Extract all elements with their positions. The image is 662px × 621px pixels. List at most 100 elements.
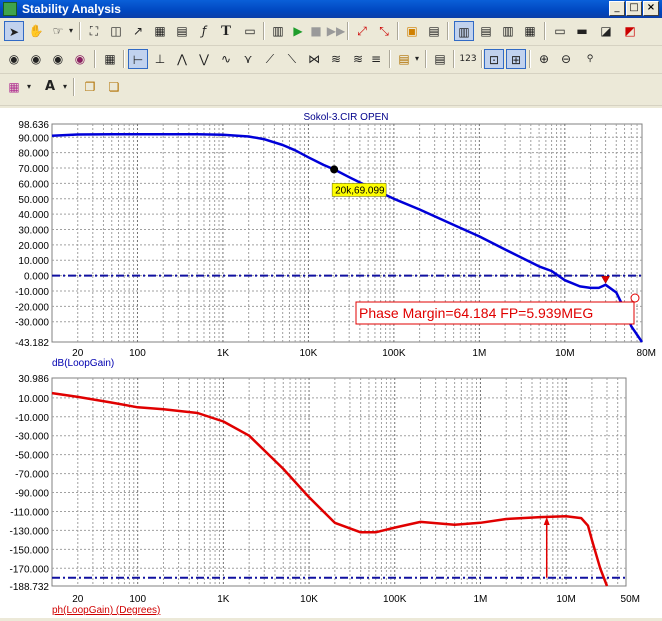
x-tick-label: 20 <box>72 594 84 605</box>
value-icon[interactable]: 123 <box>458 49 478 69</box>
chevron-down-icon-2[interactable]: ▾ <box>412 49 422 69</box>
layout3-icon[interactable]: ▥ <box>498 21 518 41</box>
grid-icon[interactable]: ▤ <box>424 21 444 41</box>
magnitude-panel: 98.636 90.000 80.000 70.000 60.000 50.000 40.0… <box>15 120 656 369</box>
layout7-icon[interactable]: ◪ <box>596 21 616 41</box>
inflection-icon[interactable]: ⋁ <box>194 49 214 69</box>
copy-icon[interactable]: ❐ <box>80 77 100 97</box>
plot-area: Sokol-3.CIR OPEN 98.636 90.000 80.000 70.00… <box>0 108 662 618</box>
cursor-label: 20k,69.099 <box>335 185 385 196</box>
min-icon[interactable]: ⊥ <box>150 49 170 69</box>
open-icon[interactable]: ▭ <box>240 21 260 41</box>
y-tick-label: 70.000 <box>18 164 49 175</box>
label-icon[interactable]: ↗ <box>128 21 148 41</box>
x-tick-label: 10K <box>300 594 318 605</box>
y-tick-label: -70.000 <box>15 470 49 481</box>
stop-icon[interactable]: ■ <box>306 21 326 41</box>
window-title: Stability Analysis <box>22 2 121 16</box>
fall-icon[interactable]: ⟍ <box>282 49 302 69</box>
curve-icon[interactable]: ⋎ <box>238 49 258 69</box>
y-tick-label: 80.000 <box>18 149 49 160</box>
run-icon[interactable]: ▶ <box>288 21 308 41</box>
pan-icon[interactable]: ✋ <box>26 21 46 41</box>
max-icon[interactable]: ⋀ <box>172 49 192 69</box>
step-icon[interactable]: ▶▶ <box>326 21 346 41</box>
chevron-down-icon-4[interactable]: ▾ <box>60 77 70 97</box>
zoom-area-icon[interactable]: ⛶ <box>84 21 104 41</box>
y-tick-label: 10.000 <box>18 256 49 267</box>
table-icon[interactable]: ▦ <box>100 49 120 69</box>
x-tick-label: 100 <box>129 594 146 605</box>
y-tick-label: -90.000 <box>15 489 49 500</box>
y-tick-label: 50.000 <box>18 195 49 206</box>
low-icon[interactable]: ◉ <box>70 49 90 69</box>
font-icon[interactable]: A <box>40 77 60 97</box>
cursor-marker <box>330 165 339 174</box>
paste-icon[interactable]: ❏ <box>104 77 124 97</box>
layout-icon[interactable]: ▥ <box>268 21 288 41</box>
y-tick-label: -130.000 <box>10 526 50 537</box>
x-tick-label: 1K <box>217 348 230 359</box>
valley-icon[interactable]: ◉ <box>26 49 46 69</box>
layout6-icon[interactable]: ▬ <box>572 21 592 41</box>
level-icon-3[interactable]: ≡ <box>366 49 386 69</box>
cursor-icon[interactable]: ☞ <box>48 21 68 41</box>
minimize-button[interactable]: _ <box>609 1 625 16</box>
y-tick-label: 40.000 <box>18 210 49 221</box>
color-palette-icon[interactable]: ▦ <box>4 77 24 97</box>
chevron-down-icon[interactable]: ▾ <box>66 21 76 41</box>
layout5-icon[interactable]: ▭ <box>550 21 570 41</box>
y-tick-label: 90.000 <box>18 133 49 144</box>
y-tick-label: -20.000 <box>15 302 49 313</box>
y-tick-label: 0.000 <box>24 272 49 283</box>
cursor-left-icon[interactable]: ⤢ <box>352 21 372 41</box>
annotate-icon[interactable]: ◫ <box>106 21 126 41</box>
function-icon[interactable]: ƒ <box>194 21 214 41</box>
zoom-in-icon[interactable]: ⊕ <box>534 49 554 69</box>
fit2-icon[interactable]: ⊞ <box>506 49 526 69</box>
app-icon <box>3 2 17 16</box>
x-tick-label: 10M <box>556 594 575 605</box>
plot-header: Sokol-3.CIR OPEN <box>303 112 388 123</box>
level-icon-2[interactable]: ≋ <box>348 49 368 69</box>
toolbar-row-2: ◉ ◉ ◉ ◉ ▦ ⊢ ⊥ ⋀ ⋁ ∿ ⋎ ⟋ ⟍ ⋈ ≋ ≋ ≡ ▤ ▾ ▤ … <box>0 47 662 74</box>
y-tick-label: -150.000 <box>10 545 50 556</box>
wave-icon[interactable]: ∿ <box>216 49 236 69</box>
layout4-icon[interactable]: ▦ <box>520 21 540 41</box>
rise-icon[interactable]: ⟋ <box>260 49 280 69</box>
maximize-button[interactable]: □ <box>626 1 642 16</box>
x-tick-label: 10M <box>555 348 574 359</box>
slope-icon[interactable]: ⊢ <box>128 49 148 69</box>
pointer-icon[interactable]: ➤ <box>4 21 24 41</box>
y-tick-label: -30.000 <box>15 318 49 329</box>
y-tick-label: -110.000 <box>10 507 49 518</box>
formula-icon[interactable]: ▦ <box>150 21 170 41</box>
close-button[interactable]: × <box>643 1 659 16</box>
cursor-right-icon[interactable]: ⤡ <box>374 21 394 41</box>
text-icon[interactable]: T <box>216 21 236 41</box>
clipboard-icon[interactable]: ▤ <box>394 49 414 69</box>
formula-icon-2[interactable]: ▤ <box>172 21 192 41</box>
annotation-handle <box>630 293 640 303</box>
zoom-reset-icon[interactable]: ⚲ <box>580 49 600 69</box>
y-tick-label: 30.000 <box>18 226 49 237</box>
x-tick-label: 1K <box>217 594 230 605</box>
high-icon[interactable]: ◉ <box>48 49 68 69</box>
chevron-down-icon-3[interactable]: ▾ <box>24 77 34 97</box>
cross-icon[interactable]: ⋈ <box>304 49 324 69</box>
y-tick-label: 98.636 <box>18 120 49 131</box>
peak-icon[interactable]: ◉ <box>4 49 24 69</box>
zoom-out-icon[interactable]: ⊖ <box>556 49 576 69</box>
level-icon[interactable]: ≋ <box>326 49 346 69</box>
fit-icon[interactable]: ⊡ <box>484 49 504 69</box>
layout2-icon[interactable]: ▤ <box>476 21 496 41</box>
list-icon[interactable]: ▤ <box>430 49 450 69</box>
layout8-icon[interactable]: ◩ <box>620 21 640 41</box>
bode-plot[interactable]: Sokol-3.CIR OPEN 98.636 90.000 80.000 70.00… <box>0 108 662 618</box>
frame-icon[interactable]: ▣ <box>402 21 422 41</box>
x-tick-label: 10K <box>300 348 318 359</box>
layout1-icon[interactable]: ▥ <box>454 21 474 41</box>
y-tick-label: -30.000 <box>15 432 49 443</box>
y-tick-label: -170.000 <box>10 564 50 575</box>
y-tick-label: -188.732 <box>10 582 50 593</box>
